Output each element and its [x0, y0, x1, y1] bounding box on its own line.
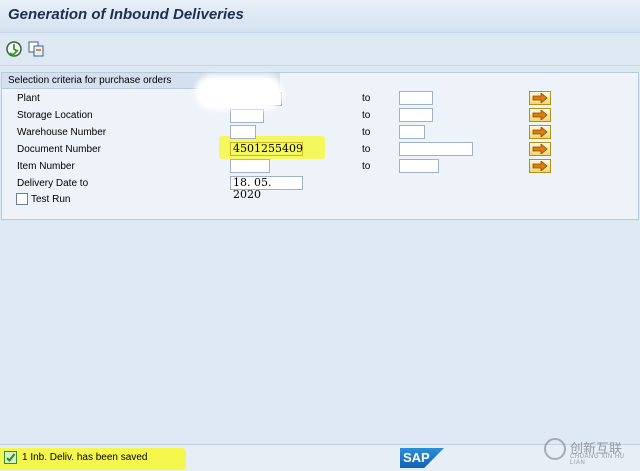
- variant-copy-icon: [28, 41, 44, 57]
- test-run-label: Test Run: [31, 194, 71, 205]
- arrow-right-icon: [532, 93, 548, 103]
- success-check-icon: [4, 451, 17, 464]
- warehouse-number-label: Warehouse Number: [17, 127, 107, 138]
- arrow-right-icon: [532, 161, 548, 171]
- plant-to-label: to: [362, 93, 371, 104]
- arrow-right-icon: [532, 110, 548, 120]
- status-message[interactable]: 1 Inb. Deliv. has been saved: [22, 451, 147, 464]
- document-number-from-input[interactable]: 4501255409: [230, 142, 303, 156]
- storage-location-to-label: to: [362, 110, 371, 121]
- document-number-to-label: to: [362, 144, 371, 155]
- page-title: Generation of Inbound Deliveries: [8, 6, 244, 23]
- warehouse-number-multiple-selection-button[interactable]: [529, 125, 551, 139]
- storage-location-to-input[interactable]: [399, 108, 433, 122]
- storage-location-label: Storage Location: [17, 110, 93, 121]
- arrow-right-icon: [532, 144, 548, 154]
- warehouse-number-from-input[interactable]: [230, 125, 256, 139]
- document-number-multiple-selection-button[interactable]: [529, 142, 551, 156]
- storage-location-from-input[interactable]: [230, 109, 264, 123]
- storage-location-multiple-selection-button[interactable]: [529, 108, 551, 122]
- item-number-label: Item Number: [17, 161, 75, 172]
- application-toolbar: [0, 32, 640, 66]
- warehouse-number-to-input[interactable]: [399, 125, 425, 139]
- redaction-blob: [199, 79, 279, 106]
- document-number-label: Document Number: [17, 144, 101, 155]
- warehouse-number-to-label: to: [362, 127, 371, 138]
- test-run-checkbox[interactable]: [16, 193, 28, 205]
- arrow-right-icon: [532, 127, 548, 137]
- plant-label: Plant: [17, 93, 40, 104]
- item-number-from-input[interactable]: [230, 159, 270, 173]
- item-number-to-label: to: [362, 161, 371, 172]
- execute-button[interactable]: [5, 40, 23, 58]
- plant-to-input[interactable]: [399, 91, 433, 105]
- plant-multiple-selection-button[interactable]: [529, 91, 551, 105]
- delivery-date-input[interactable]: 18. 05. 2020: [230, 176, 303, 201]
- watermark: 创新互联 CHUANG XIN HU LIAN: [544, 436, 636, 466]
- document-number-to-input[interactable]: [399, 142, 473, 156]
- title-bar: Generation of Inbound Deliveries: [0, 0, 640, 32]
- watermark-subtext: CHUANG XIN HU LIAN: [570, 454, 625, 466]
- watermark-logo-icon: [544, 438, 566, 460]
- delivery-date-label: Delivery Date to: [17, 178, 89, 189]
- execute-clock-icon: [6, 41, 22, 57]
- get-variant-button[interactable]: [27, 40, 45, 58]
- item-number-to-input[interactable]: [399, 159, 439, 173]
- item-number-multiple-selection-button[interactable]: [529, 159, 551, 173]
